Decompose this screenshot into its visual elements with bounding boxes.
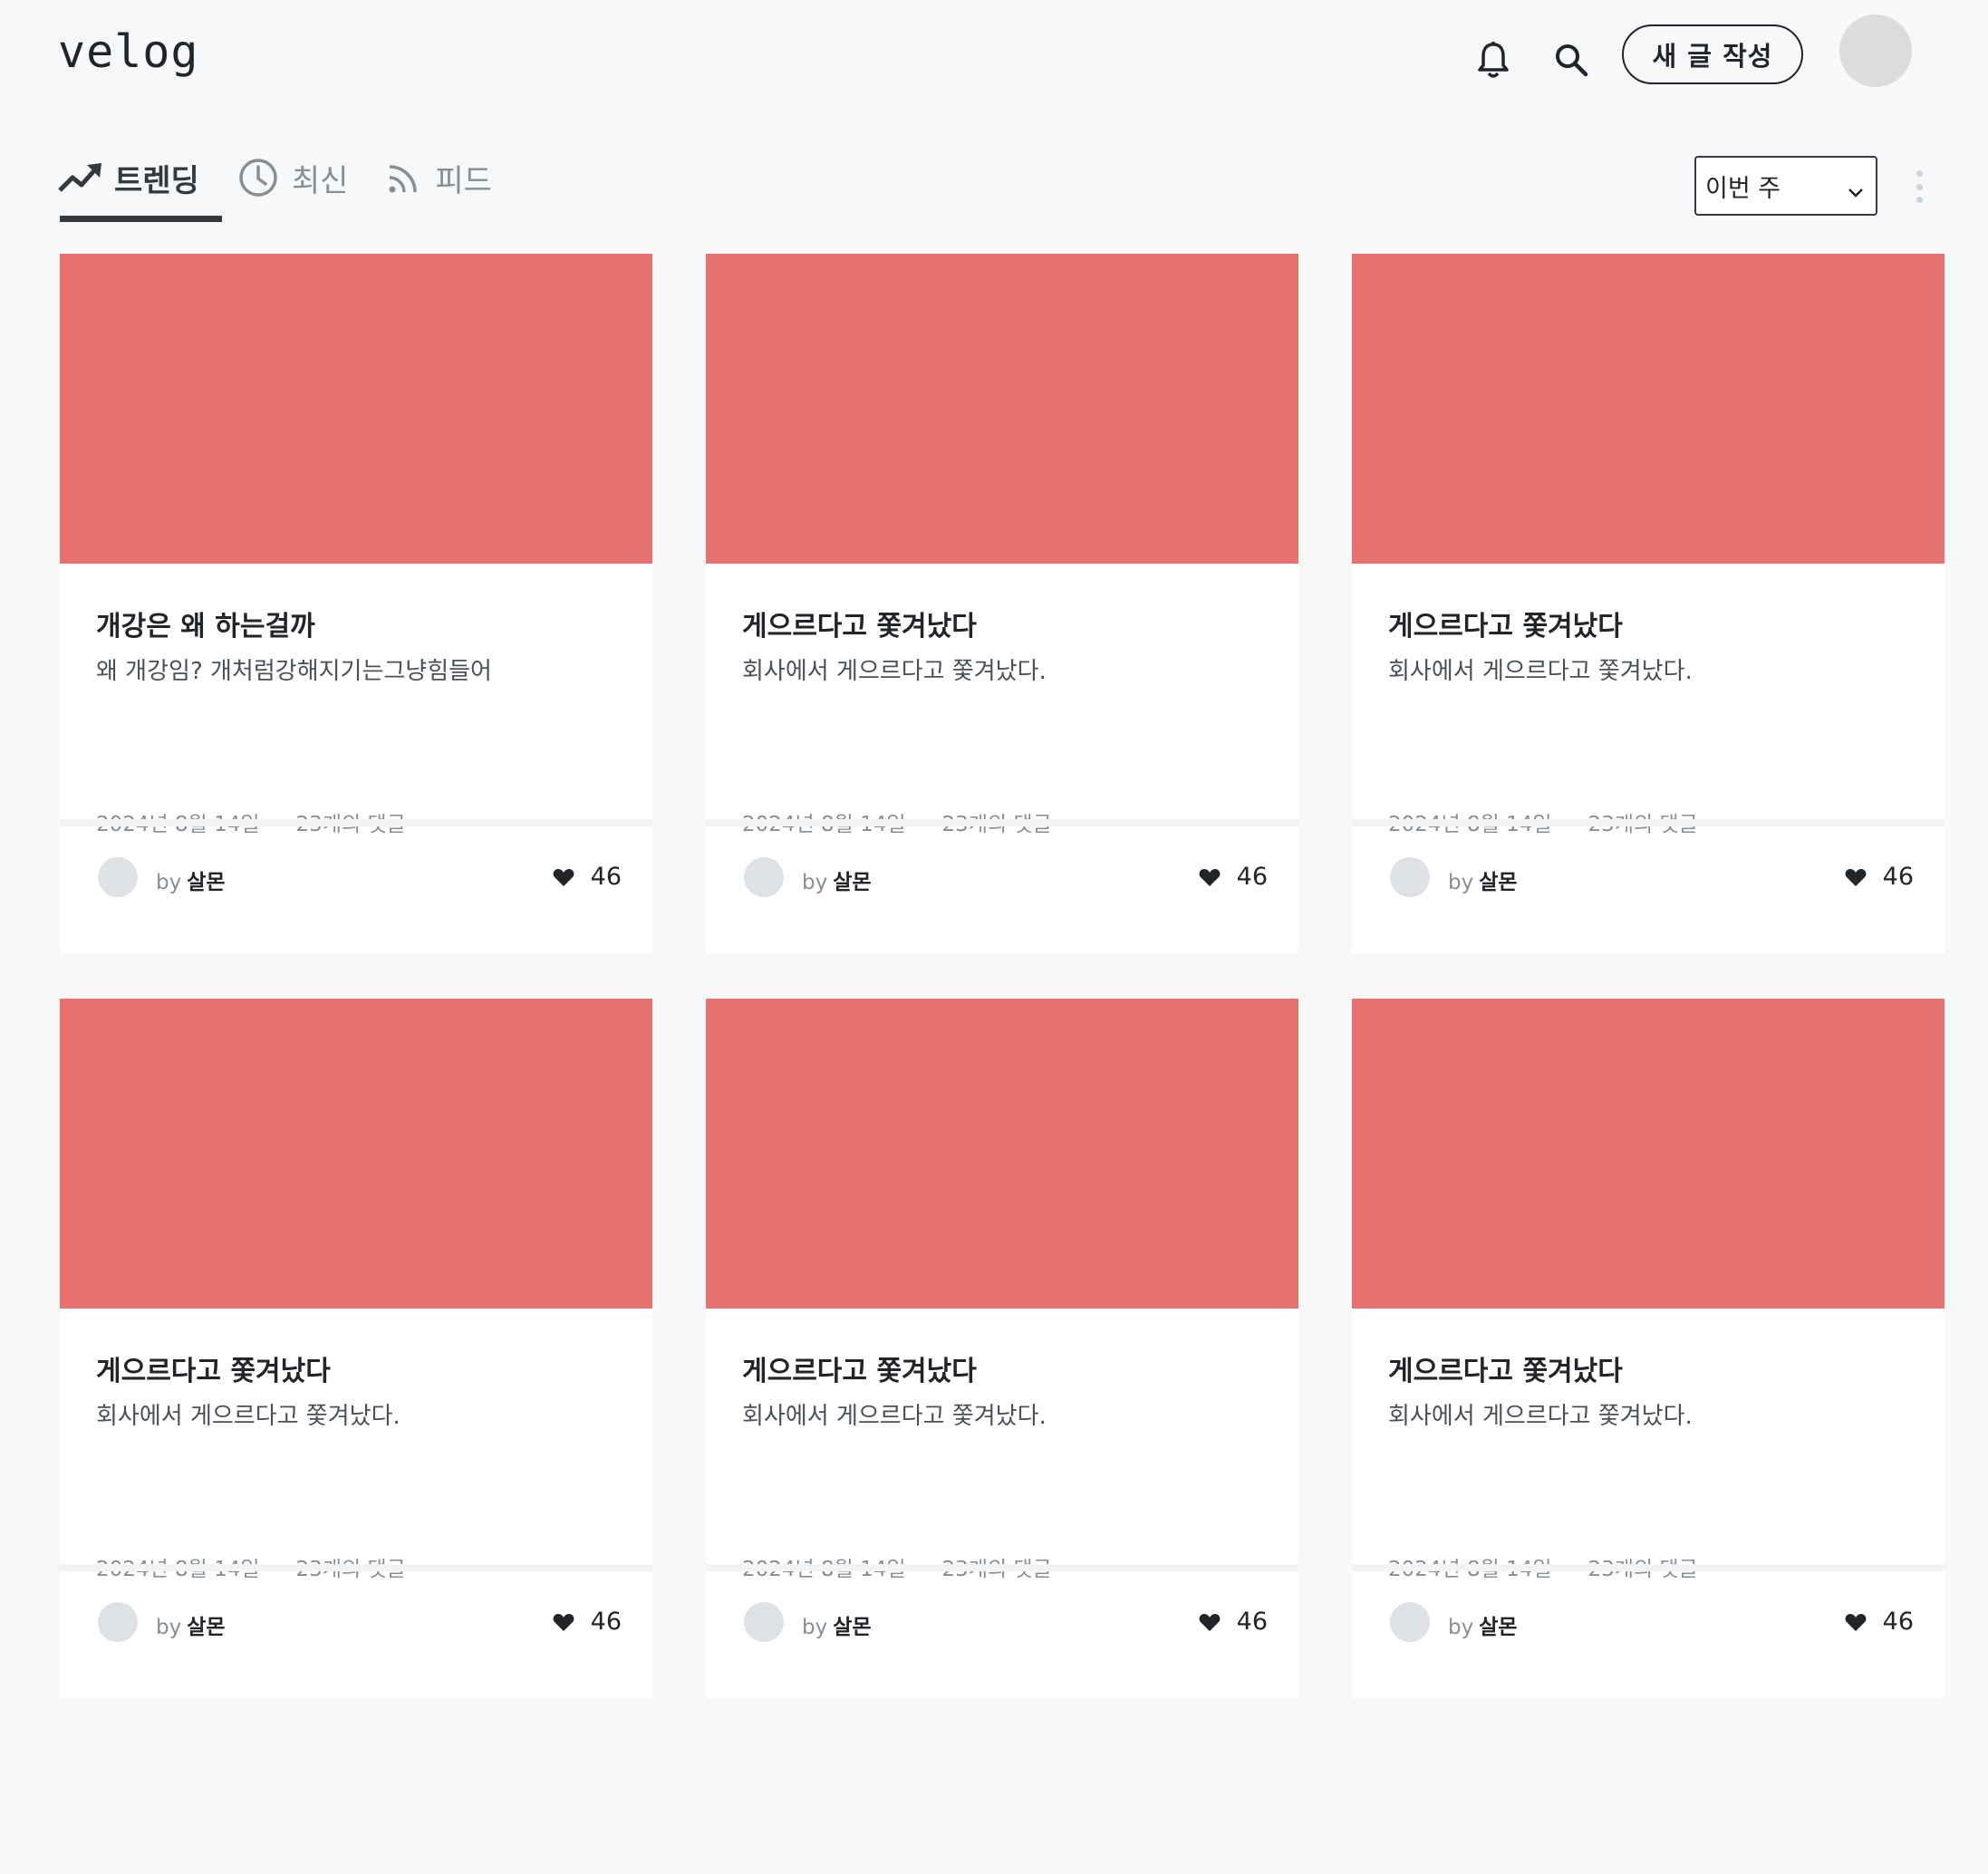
- author-name[interactable]: 살몬: [1479, 871, 1517, 894]
- feed-tabs: 트렌딩 최신 피드: [58, 145, 530, 227]
- author-byline[interactable]: by 살몬: [1448, 865, 1518, 895]
- tab-label: 최신: [291, 162, 349, 199]
- active-tab-indicator: [60, 216, 222, 222]
- post-footer: by 살몬 46: [706, 826, 1298, 953]
- trending-icon: [58, 161, 101, 194]
- heart-icon: [1845, 1613, 1867, 1631]
- heart-icon: [553, 1613, 574, 1631]
- post-footer: by 살몬 46: [1352, 1571, 1945, 1698]
- heart-icon: [553, 868, 574, 886]
- post-title[interactable]: 게으르다고 쫓겨났다: [96, 1348, 331, 1388]
- card-divider: [706, 819, 1298, 826]
- post-title[interactable]: 게으르다고 쫓겨났다: [1388, 604, 1623, 643]
- tab-label: 피드: [435, 162, 492, 199]
- write-post-button[interactable]: 새 글 작성: [1622, 24, 1803, 84]
- card-divider: [1352, 819, 1945, 826]
- author-avatar[interactable]: [98, 857, 138, 897]
- post-card[interactable]: 게으르다고 쫓겨났다 회사에서 게으르다고 쫓겨났다. 2024년 8월 14일…: [1352, 254, 1945, 953]
- post-title[interactable]: 게으르다고 쫓겨났다: [1388, 1348, 1623, 1388]
- likes: 46: [1845, 863, 1914, 891]
- post-footer: by 살몬 46: [60, 826, 652, 953]
- heart-icon: [1845, 868, 1867, 886]
- author-byline[interactable]: by 살몬: [802, 865, 872, 895]
- likes: 46: [1199, 1608, 1268, 1636]
- post-thumbnail[interactable]: [706, 254, 1298, 564]
- post-footer: by 살몬 46: [60, 1571, 652, 1698]
- tab-trending[interactable]: 트렌딩: [58, 145, 199, 210]
- rss-icon: [386, 159, 422, 196]
- like-count: 46: [1236, 863, 1268, 891]
- author-byline[interactable]: by 살몬: [802, 1609, 872, 1640]
- post-thumbnail[interactable]: [1352, 254, 1945, 564]
- heart-icon: [1199, 868, 1221, 886]
- post-card[interactable]: 게으르다고 쫓겨났다 회사에서 게으르다고 쫓겨났다. 2024년 8월 14일…: [1352, 999, 1945, 1698]
- search-icon[interactable]: [1546, 34, 1597, 85]
- post-title[interactable]: 게으르다고 쫓겨났다: [742, 604, 977, 643]
- author-name[interactable]: 살몬: [833, 871, 871, 894]
- post-card[interactable]: 게으르다고 쫓겨났다 회사에서 게으르다고 쫓겨났다. 2024년 8월 14일…: [706, 254, 1298, 953]
- post-description: 회사에서 게으르다고 쫓겨났다.: [742, 658, 1047, 685]
- post-title[interactable]: 게으르다고 쫓겨났다: [742, 1348, 977, 1388]
- post-card[interactable]: 게으르다고 쫓겨났다 회사에서 게으르다고 쫓겨났다. 2024년 8월 14일…: [706, 999, 1298, 1698]
- post-card[interactable]: 개강은 왜 하는걸까 왜 개강임? 개처럼강해지기는그냥힘들어 2024년 8월…: [60, 254, 652, 953]
- likes: 46: [553, 863, 622, 891]
- post-card[interactable]: 게으르다고 쫓겨났다 회사에서 게으르다고 쫓겨났다. 2024년 8월 14일…: [60, 999, 652, 1698]
- tab-label: 트렌딩: [114, 162, 199, 199]
- post-title[interactable]: 개강은 왜 하는걸까: [96, 604, 315, 643]
- author-byline[interactable]: by 살몬: [156, 1609, 226, 1640]
- post-thumbnail[interactable]: [60, 254, 652, 564]
- likes: 46: [553, 1608, 622, 1636]
- like-count: 46: [590, 1608, 622, 1636]
- period-select[interactable]: 이번 주: [1694, 156, 1877, 216]
- author-avatar[interactable]: [1390, 1602, 1430, 1642]
- tab-feed[interactable]: 피드: [386, 145, 492, 210]
- like-count: 46: [1236, 1608, 1268, 1636]
- post-footer: by 살몬 46: [1352, 826, 1945, 953]
- author-name[interactable]: 살몬: [187, 871, 225, 894]
- heart-icon: [1199, 1613, 1221, 1631]
- post-description: 회사에서 게으르다고 쫓겨났다.: [96, 1403, 400, 1430]
- post-thumbnail[interactable]: [706, 999, 1298, 1309]
- card-divider: [60, 819, 652, 826]
- like-count: 46: [1882, 863, 1914, 891]
- tab-recent[interactable]: 최신: [237, 145, 349, 210]
- bell-icon[interactable]: [1468, 34, 1519, 85]
- velog-logo[interactable]: velog: [58, 25, 199, 78]
- author-name[interactable]: 살몬: [833, 1616, 871, 1639]
- post-description: 회사에서 게으르다고 쫓겨났다.: [742, 1403, 1047, 1430]
- period-select-value: 이번 주: [1705, 174, 1781, 203]
- author-avatar[interactable]: [98, 1602, 138, 1642]
- author-avatar[interactable]: [744, 1602, 784, 1642]
- more-options-icon[interactable]: [1903, 167, 1935, 207]
- post-description: 회사에서 게으르다고 쫓겨났다.: [1388, 658, 1693, 685]
- card-divider: [60, 1564, 652, 1571]
- author-byline[interactable]: by 살몬: [1448, 1609, 1518, 1640]
- post-thumbnail[interactable]: [60, 999, 652, 1309]
- top-header: velog 새 글 작성: [0, 0, 1988, 112]
- chevron-down-icon: [1847, 178, 1865, 206]
- card-divider: [1352, 1564, 1945, 1571]
- likes: 46: [1199, 863, 1268, 891]
- post-footer: by 살몬 46: [706, 1571, 1298, 1698]
- like-count: 46: [590, 863, 622, 891]
- post-thumbnail[interactable]: [1352, 999, 1945, 1309]
- likes: 46: [1845, 1608, 1914, 1636]
- author-avatar[interactable]: [1390, 857, 1430, 897]
- author-avatar[interactable]: [744, 857, 784, 897]
- post-description: 회사에서 게으르다고 쫓겨났다.: [1388, 1403, 1693, 1430]
- post-description: 왜 개강임? 개처럼강해지기는그냥힘들어: [96, 658, 492, 685]
- like-count: 46: [1882, 1608, 1914, 1636]
- user-avatar[interactable]: [1839, 14, 1912, 87]
- author-name[interactable]: 살몬: [187, 1616, 225, 1639]
- clock-icon: [237, 157, 279, 198]
- author-byline[interactable]: by 살몬: [156, 865, 226, 895]
- card-divider: [706, 1564, 1298, 1571]
- author-name[interactable]: 살몬: [1479, 1616, 1517, 1639]
